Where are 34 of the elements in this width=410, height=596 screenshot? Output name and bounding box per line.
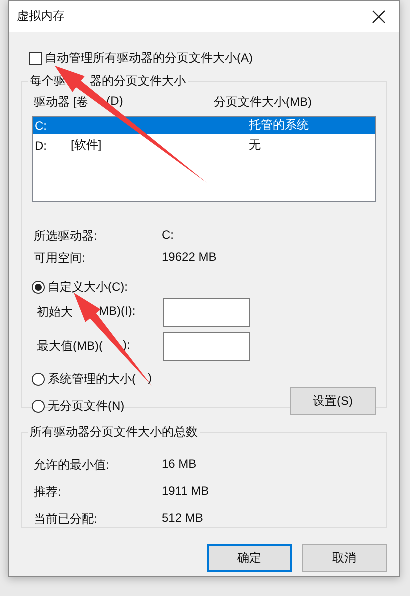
column-header: 分页文件大小(MB) <box>214 95 312 109</box>
drive-list[interactable]: C: 托管的系统 D: [软件] 无 <box>32 116 376 202</box>
radio-label: ) <box>148 371 152 387</box>
info-value: 19622 MB <box>162 250 217 266</box>
drive-row[interactable]: D: [软件] 无 <box>33 137 375 154</box>
input-field[interactable] <box>163 298 250 327</box>
radio-label: 系统管理的大小( <box>48 371 136 388</box>
radio-label: 无分页文件(N) <box>48 398 125 415</box>
field-label: MB)(I): <box>99 304 136 320</box>
group-title: 器的分页文件大小 <box>90 73 186 90</box>
radio-label: 自定义大小(C): <box>48 279 128 296</box>
column-header: 驱动器 [卷 <box>34 94 89 111</box>
info-value: 1911 MB <box>162 484 210 500</box>
window-title: 虚拟内存 <box>17 8 65 25</box>
info-label: 允许的最小值: <box>33 457 110 474</box>
info-value: C: <box>162 228 174 244</box>
info-label: 当前已分配: <box>33 511 98 528</box>
set-button[interactable]: 设置(S) <box>290 387 376 415</box>
drive-row[interactable]: C: 托管的系统 <box>33 117 375 134</box>
info-value: 16 MB <box>162 457 197 473</box>
radio-button[interactable] <box>32 400 45 413</box>
field-label: 最大值(MB)( <box>37 338 103 355</box>
group-title: 所有驱动器分页文件大小的总数 <box>29 424 199 441</box>
radio-button[interactable] <box>32 281 45 294</box>
info-label: 推荐: <box>33 484 62 501</box>
field-label: 初始大 <box>37 304 73 321</box>
input-field[interactable] <box>163 332 250 361</box>
ok-button[interactable]: 确定 <box>207 544 292 572</box>
info-value: 512 MB <box>162 511 204 527</box>
info-label: 所选驱动器: <box>33 228 98 245</box>
cancel-button[interactable]: 取消 <box>302 544 387 572</box>
auto-manage-checkbox[interactable]: 自动管理所有驱动器的分页文件大小(A) <box>29 50 387 67</box>
info-label: 可用空间: <box>33 250 86 267</box>
radio-button[interactable] <box>32 373 45 386</box>
